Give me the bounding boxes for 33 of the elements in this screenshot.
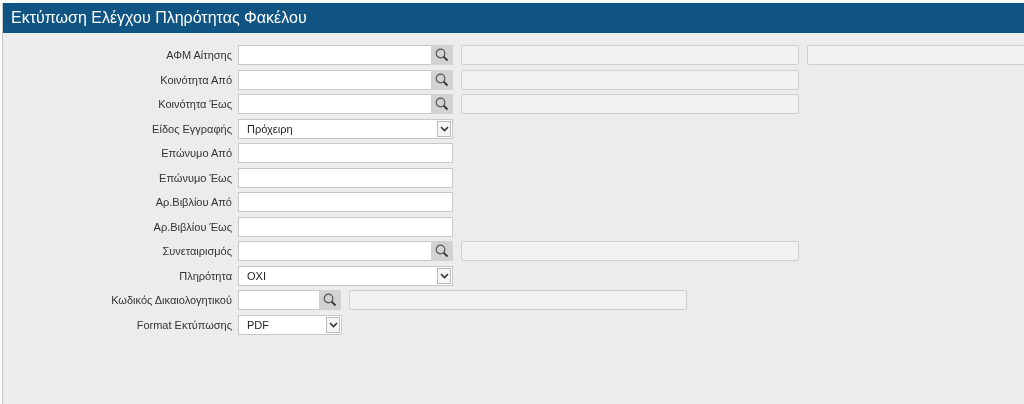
input-field[interactable]	[238, 290, 341, 310]
field-label: Κωδικός Δικαιολογητικού	[110, 294, 232, 306]
field-label: Format Εκτύπωσης	[135, 318, 232, 331]
field-label: Πληρότητα	[178, 269, 232, 282]
input-field[interactable]	[238, 94, 453, 114]
search-button[interactable]	[431, 241, 453, 261]
input-field[interactable]	[238, 241, 453, 261]
search-button[interactable]	[431, 69, 453, 90]
field-label: Αρ.Βιβλίου Από	[154, 196, 232, 208]
window-title: Εκτύπωση Ελέγχου Πληρότητας Φακέλου	[11, 9, 307, 27]
text-field[interactable]	[238, 216, 453, 237]
field-label: Είδος Εγγραφής	[151, 122, 232, 135]
field-label: Επώνυμο Από	[160, 147, 232, 159]
field-label: Συνεταιρισμός	[161, 245, 232, 257]
field-label: ΑΦΜ Αίτησης	[165, 49, 232, 61]
search-button[interactable]	[431, 94, 453, 114]
text-field[interactable]	[238, 143, 453, 163]
input-field[interactable]	[238, 45, 453, 65]
search-button[interactable]	[431, 45, 453, 65]
caret-icon	[437, 120, 451, 137]
text-field[interactable]	[238, 167, 453, 188]
search-button[interactable]	[319, 290, 341, 310]
dropdown[interactable]: ΟΧΙ	[238, 265, 453, 286]
caret-icon	[326, 316, 340, 333]
dropdown[interactable]: PDF	[238, 314, 342, 335]
field-label: Κοινότητα Από	[159, 73, 232, 86]
field-label: Κοινότητα Έως	[157, 98, 232, 110]
field-label: Αρ.Βιβλίου Έως	[152, 220, 232, 233]
caret-icon	[437, 267, 451, 284]
input-field[interactable]	[238, 69, 453, 90]
text-field[interactable]	[238, 192, 453, 212]
dropdown[interactable]: Πρόχειρη	[238, 118, 453, 139]
field-label: Επώνυμο Έως	[158, 171, 232, 184]
